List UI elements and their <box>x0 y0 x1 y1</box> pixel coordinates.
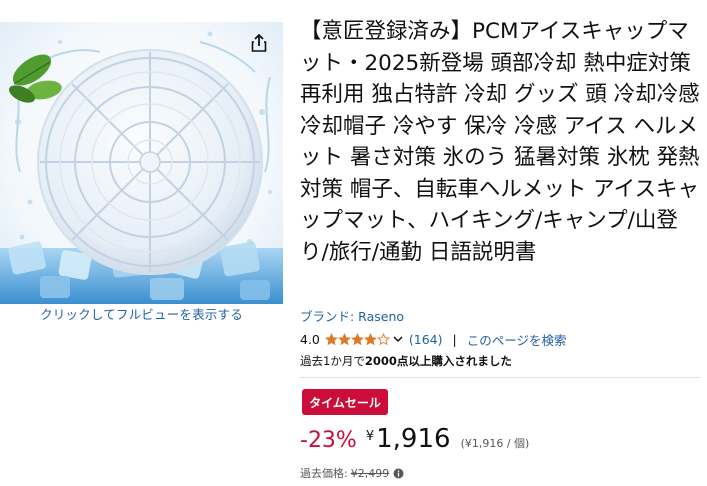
price-row: -23% ¥ 1,916 (¥1,916 / 個) <box>300 424 529 458</box>
separator: | <box>452 331 457 347</box>
search-page-link[interactable]: このページを検索 <box>467 330 567 349</box>
bought-prefix: 過去1か月で <box>300 354 365 368</box>
share-button[interactable] <box>244 28 274 58</box>
bought-count: 過去1か月で2000点以上購入されました <box>300 353 512 369</box>
star-empty-icon <box>376 332 390 345</box>
share-icon <box>251 34 267 52</box>
deal-badge: タイムセール <box>302 389 388 415</box>
product-title: 【意匠登録済み】PCMアイスキャップマット・2025新登場 頭部冷却 熱中症対策… <box>300 19 700 265</box>
unit-price: (¥1,916 / 個) <box>460 437 530 450</box>
currency-symbol: ¥ <box>365 429 375 444</box>
list-price-label: 過去価格: <box>300 467 348 480</box>
divider <box>300 377 700 378</box>
chevron-down-icon[interactable] <box>393 335 403 343</box>
list-price-row: 過去価格: ¥2,499 <box>300 465 404 481</box>
rating-row: 4.0 (164) | このページを検索 <box>300 330 567 348</box>
star-rating[interactable] <box>324 332 390 346</box>
star-full-icon <box>337 332 351 345</box>
info-icon[interactable] <box>393 468 404 479</box>
star-full-icon <box>350 332 364 345</box>
image-block: クリックしてフルビューを表示する <box>0 0 283 486</box>
rating-value: 4.0 <box>300 331 320 347</box>
bought-amount: 2000点以上購入されました <box>364 354 512 368</box>
discount-percent: -23% <box>300 428 357 453</box>
star-full-icon <box>363 332 377 345</box>
price-amount: 1,916 <box>376 424 451 454</box>
review-count-link[interactable]: (164) <box>409 332 443 347</box>
star-full-icon <box>324 332 338 345</box>
product-image[interactable] <box>0 22 283 304</box>
brand-link[interactable]: ブランド: Raseno <box>300 306 404 325</box>
list-price: ¥2,499 <box>350 466 390 480</box>
fullview-link[interactable]: クリックしてフルビューを表示する <box>0 304 283 323</box>
